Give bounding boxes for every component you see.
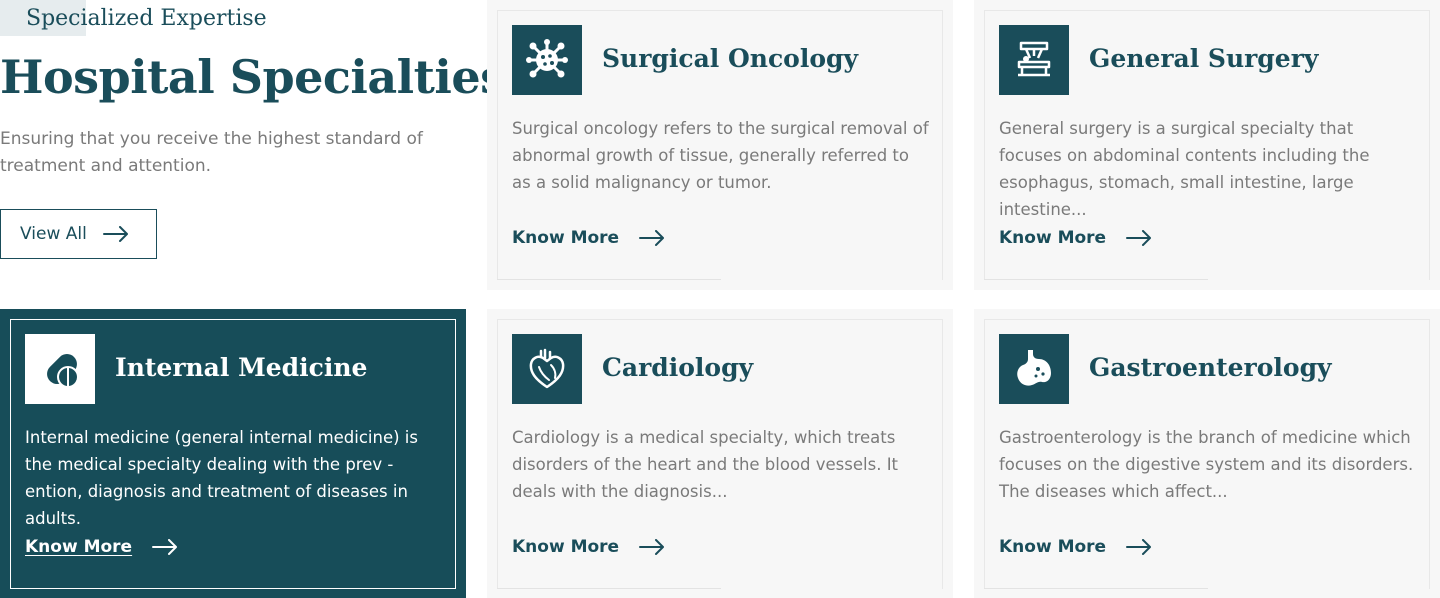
arrow-right-icon [639,230,665,246]
know-more-label: Know More [999,537,1107,557]
card-description: Surgical oncology refers to the surgical… [512,119,929,192]
know-more-label: Know More [999,228,1107,248]
arrow-right-icon [152,539,178,555]
card-title: General Surgery [1089,44,1319,73]
know-more-link[interactable]: Know More [512,537,665,557]
know-more-label: Know More [512,228,620,248]
know-more-label: Know More [25,537,133,557]
view-all-label: View All [20,224,87,244]
heart-icon [512,334,582,404]
arrow-right-icon [639,539,665,555]
page-title: Hospital Specialties [0,50,506,104]
arrow-right-icon [1126,539,1152,555]
arrow-right-icon [1126,230,1152,246]
know-more-link[interactable]: Know More [25,537,178,557]
card-title: Cardiology [602,353,754,382]
card-title: Gastroenterology [1089,353,1332,382]
cancer-cell-icon [512,25,582,95]
card-title: Internal Medicine [115,353,368,382]
eyebrow-text: Specialized Expertise [26,6,267,31]
specialty-card-surgical-oncology[interactable]: Surgical Oncology Surgical oncology refe… [487,0,953,290]
know-more-link[interactable]: Know More [999,537,1152,557]
card-description: Internal medicine (general internal medi… [25,428,418,528]
intro-description: Ensuring that you receive the highest st… [0,129,423,176]
specialty-card-internal-medicine[interactable]: Internal Medicine Internal medicine (gen… [0,309,466,598]
know-more-link[interactable]: Know More [999,228,1152,248]
know-more-label: Know More [512,537,620,557]
specialty-card-cardiology[interactable]: Cardiology Cardiology is a medical speci… [487,309,953,598]
card-description: Gastroenterology is the branch of medici… [999,428,1414,501]
card-title: Surgical Oncology [602,44,859,73]
card-description: Cardiology is a medical specialty, which… [512,428,899,501]
arrow-right-icon [102,226,128,242]
specialties-intro: Specialized Expertise Hospital Specialti… [0,0,506,290]
pills-icon [25,334,95,404]
specialty-card-gastroenterology[interactable]: Gastroenterology Gastroenterology is the… [974,309,1440,598]
view-all-button[interactable]: View All [0,209,157,259]
surgery-table-icon [999,25,1069,95]
know-more-link[interactable]: Know More [512,228,665,248]
stomach-icon [999,334,1069,404]
specialty-card-general-surgery[interactable]: General Surgery General surgery is a sur… [974,0,1440,290]
card-description: General surgery is a surgical specialty … [999,119,1370,219]
